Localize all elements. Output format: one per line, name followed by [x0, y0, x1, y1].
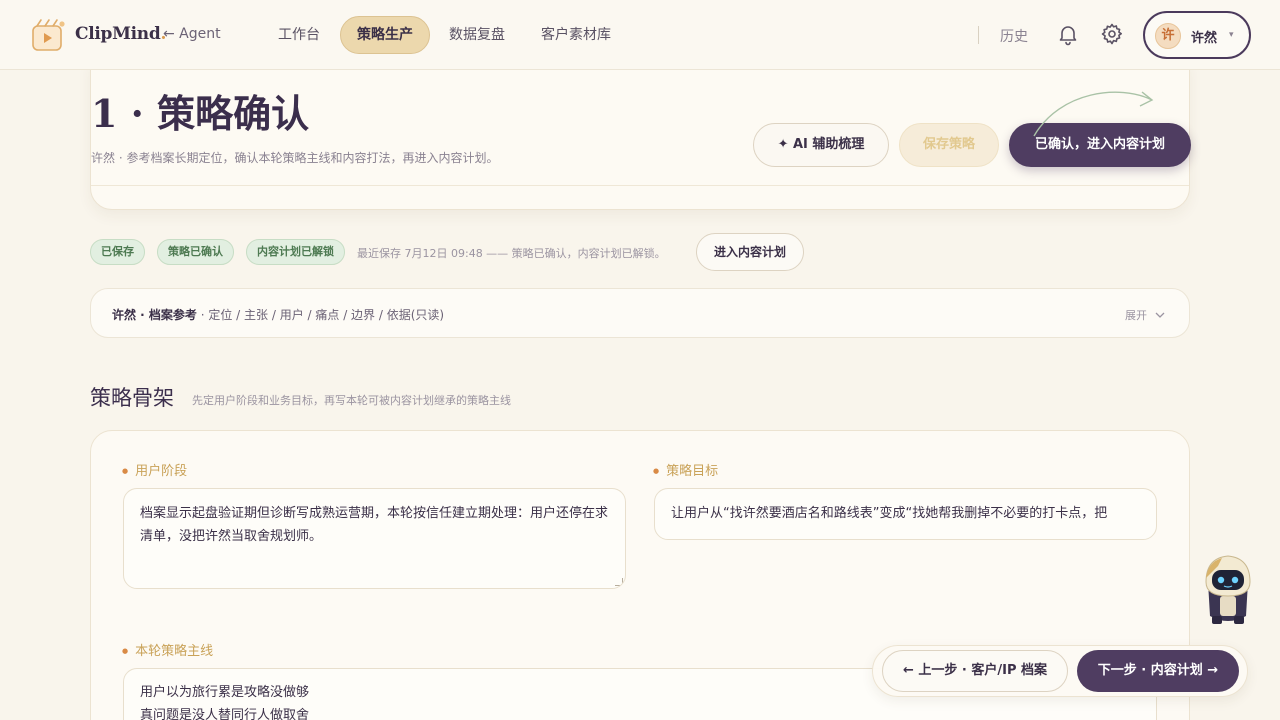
nav-item-strategy-production[interactable]: 策略生产: [340, 16, 430, 54]
ai-assist-button[interactable]: ✦ AI 辅助梳理: [753, 123, 889, 167]
user-stage-textarea[interactable]: 档案显示起盘验证期但诊断写成熟运营期，本轮按信任建立期处理：用户还停在求清单，没…: [123, 488, 626, 589]
strategy-goal-text: 让用户从“找许然要酒店名和路线表”变成“找她帮我删掉不必要的打卡点，把: [671, 506, 1108, 521]
gear-icon[interactable]: [1100, 22, 1124, 46]
enter-content-plan-button[interactable]: 进入内容计划: [696, 233, 804, 271]
sparkle-icon: ✦: [777, 137, 789, 152]
status-badge-strategy-confirmed: 策略已确认: [157, 239, 234, 265]
page-title: 1 · 策略确认: [91, 91, 310, 136]
user-name: 许然: [1191, 31, 1218, 46]
divider: [91, 185, 1189, 186]
chevron-down-icon: ▾: [1229, 30, 1234, 40]
user-stage-label: 用户阶段: [122, 460, 187, 479]
avatar: 许: [1155, 23, 1181, 49]
strategy-goal-label: 策略目标: [653, 460, 718, 479]
ai-assist-label: AI 辅助梳理: [793, 137, 865, 152]
top-nav: ClipMind. ← Agent 工作台 策略生产 数据复盘 客户素材库 历史…: [0, 0, 1280, 70]
main-line-text-2: 真问题是没人替同行人做取舍: [140, 708, 310, 720]
prev-step-button[interactable]: ← 上一步 · 客户/IP 档案: [882, 650, 1068, 692]
section-title: 策略骨架: [90, 386, 174, 410]
page-subtitle: 许然 · 参考档案长期定位，确认本轮策略主线和内容打法，再进入内容计划。: [91, 151, 499, 165]
archive-reference-bar[interactable]: 许然 · 档案参考 · 定位 / 主张 / 用户 / 痛点 / 边界 / 依据(…: [90, 288, 1190, 338]
last-saved-status: 最近保存 7月12日 09:48 —— 策略已确认，内容计划已解锁。: [357, 247, 666, 260]
nav-divider: [978, 26, 979, 44]
decorative-arrow-icon: [1033, 91, 1154, 137]
nav-item-workbench[interactable]: 工作台: [262, 16, 336, 54]
chevron-down-icon: [1155, 312, 1164, 318]
nav-item-data-review[interactable]: 数据复盘: [433, 16, 521, 54]
header-card: 1 · 策略确认 许然 · 参考档案长期定位，确认本轮策略主线和内容打法，再进入…: [90, 60, 1191, 210]
save-strategy-button[interactable]: 保存策略: [899, 123, 999, 167]
clipmind-logo-icon[interactable]: [31, 18, 67, 52]
next-step-button[interactable]: 下一步 · 内容计划 →: [1077, 650, 1239, 692]
nav-item-client-assets[interactable]: 客户素材库: [525, 16, 627, 54]
robot-mascot-icon[interactable]: [1198, 552, 1258, 628]
section-subtitle: 先定用户阶段和业务目标，再写本轮可被内容计划继承的策略主线: [192, 394, 511, 407]
user-stage-text: 档案显示起盘验证期但诊断写成熟运营期，本轮按信任建立期处理：用户还停在求清单，没…: [140, 506, 609, 544]
status-badge-saved: 已保存: [90, 239, 145, 265]
strategy-goal-input[interactable]: 让用户从“找许然要酒店名和路线表”变成“找她帮我删掉不必要的打卡点，把: [654, 488, 1157, 540]
status-badge-plan-unlocked: 内容计划已解锁: [246, 239, 345, 265]
bell-icon[interactable]: [1056, 22, 1080, 46]
brand-name: ClipMind.: [75, 24, 167, 44]
main-line-label: 本轮策略主线: [122, 640, 213, 659]
history-link[interactable]: 历史: [1000, 26, 1028, 46]
user-menu[interactable]: 许 许然 ▾: [1143, 11, 1251, 59]
archive-expand-toggle[interactable]: 展开: [1125, 307, 1165, 323]
resize-handle[interactable]: [615, 578, 623, 586]
agent-back-link[interactable]: ← Agent: [163, 26, 221, 42]
archive-title: 许然 · 档案参考 · 定位 / 主张 / 用户 / 痛点 / 边界 / 依据(…: [112, 308, 445, 322]
